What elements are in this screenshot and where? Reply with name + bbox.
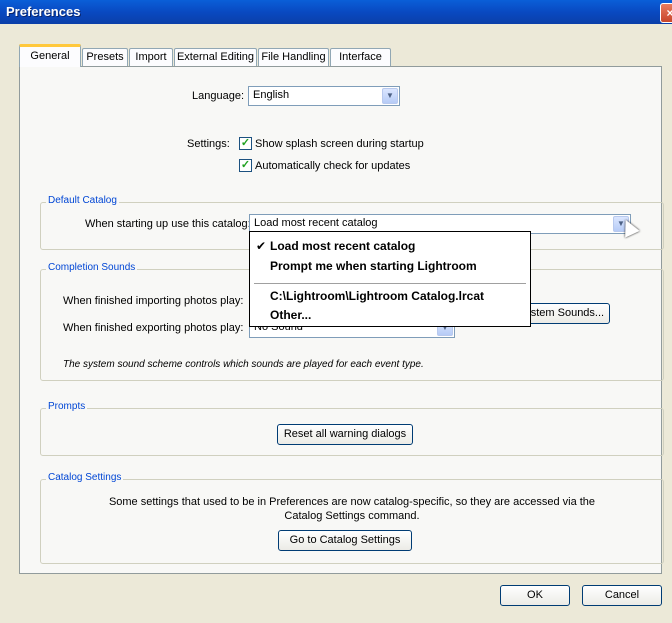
go-to-catalog-settings-button[interactable]: Go to Catalog Settings [278, 530, 412, 551]
check-updates-checkbox[interactable]: ✓ [239, 159, 252, 172]
language-value: English [253, 89, 290, 101]
splash-screen-label: Show splash screen during startup [255, 138, 424, 150]
default-catalog-title: Default Catalog [46, 195, 119, 206]
check-updates-label: Automatically check for updates [255, 160, 411, 172]
option-prompt-me[interactable]: Prompt me when starting Lightroom [270, 259, 477, 273]
tab-import[interactable]: Import [129, 48, 173, 66]
startup-catalog-value: Load most recent catalog [254, 217, 378, 229]
settings-label: Settings: [187, 138, 230, 150]
startup-catalog-dropdown-list: ✔ Load most recent catalog Prompt me whe… [249, 231, 531, 327]
ok-button[interactable]: OK [500, 585, 570, 606]
tab-file-handling[interactable]: File Handling [258, 48, 329, 66]
import-sound-label: When finished importing photos play: [63, 295, 244, 307]
tab-interface[interactable]: Interface [330, 48, 391, 66]
prompts-title: Prompts [46, 401, 88, 412]
catalog-settings-title: Catalog Settings [46, 472, 124, 483]
language-label: Language: [192, 90, 244, 102]
dropdown-separator [254, 283, 526, 284]
completion-sounds-title: Completion Sounds [46, 262, 138, 273]
title-bar[interactable]: Preferences × [0, 0, 672, 24]
window-title: Preferences [6, 4, 81, 19]
reset-warning-dialogs-button[interactable]: Reset all warning dialogs [277, 424, 413, 445]
close-icon[interactable]: × [660, 3, 672, 23]
option-load-most-recent[interactable]: Load most recent catalog [270, 239, 415, 253]
language-select[interactable]: English ▼ [248, 86, 400, 106]
startup-catalog-label: When starting up use this catalog: [85, 218, 251, 230]
option-other[interactable]: Other... [270, 308, 311, 322]
catalog-settings-line2: Catalog Settings command. [284, 510, 420, 522]
catalog-settings-line1: Some settings that used to be in Prefere… [108, 496, 596, 508]
chevron-down-icon[interactable]: ▼ [382, 88, 398, 104]
tab-presets[interactable]: Presets [82, 48, 128, 66]
option-lightroom-catalog[interactable]: C:\Lightroom\Lightroom Catalog.lrcat [270, 289, 484, 303]
sound-scheme-note: The system sound scheme controls which s… [63, 359, 424, 370]
checkmark-icon: ✔ [256, 239, 267, 253]
cancel-button[interactable]: Cancel [582, 585, 662, 606]
export-sound-label: When finished exporting photos play: [63, 322, 244, 334]
preferences-window: Preferences × General Presets Import Ext… [0, 0, 672, 623]
tab-external-editing[interactable]: External Editing [174, 48, 257, 66]
tab-general[interactable]: General [19, 44, 81, 67]
splash-screen-checkbox[interactable]: ✓ [239, 137, 252, 150]
